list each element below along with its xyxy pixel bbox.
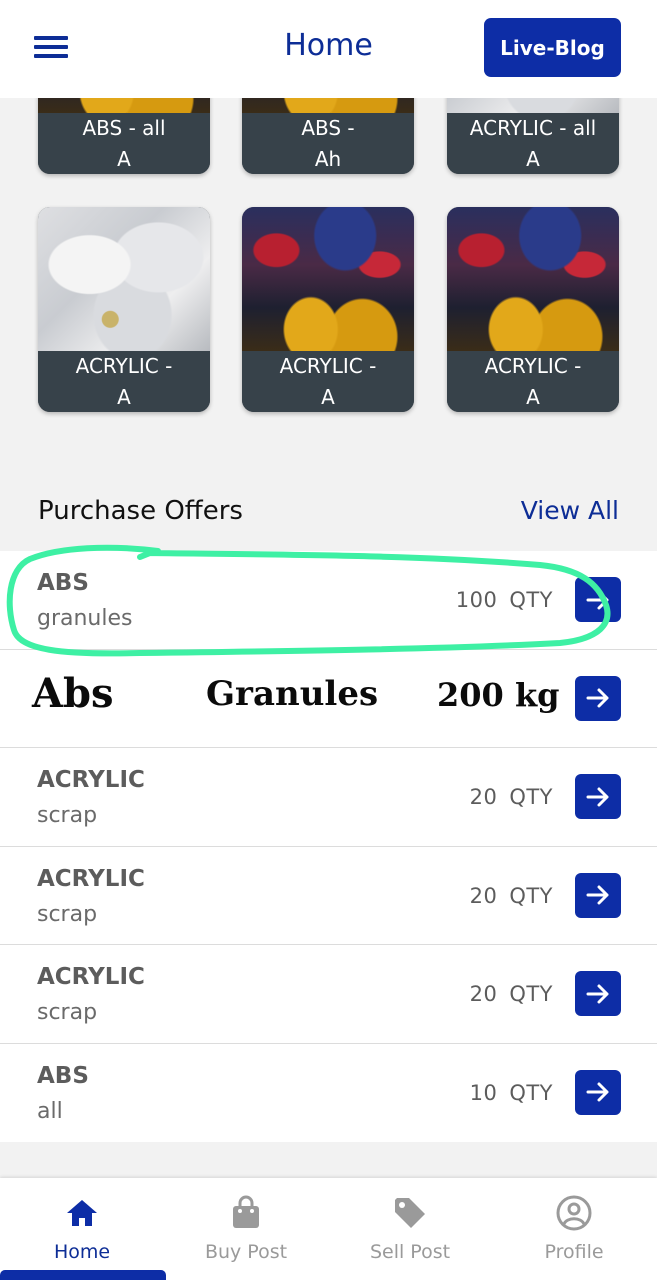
offer-row[interactable]: ACRYLIC scrap 20 QTY	[0, 748, 657, 847]
app-header: Home Live-Blog	[0, 0, 657, 98]
tile-caption-line2: A	[321, 385, 335, 409]
nav-profile[interactable]: Profile	[492, 1178, 656, 1280]
nav-label: Sell Post	[369, 1241, 451, 1263]
open-offer-button[interactable]	[575, 774, 621, 819]
tile-caption: ACRYLIC - A	[242, 351, 414, 412]
open-offer-button[interactable]	[575, 577, 621, 622]
tile-caption-line1: ABS -	[301, 116, 355, 140]
nav-label: Buy Post	[204, 1241, 288, 1263]
offer-material: ABS	[37, 570, 89, 596]
qty-value: 20	[469, 785, 498, 809]
qty-unit: QTY	[509, 1080, 553, 1105]
offer-type: all	[37, 1098, 63, 1124]
offer-material: ACRYLIC	[37, 767, 145, 793]
tile-image	[38, 207, 210, 351]
arrow-right-icon	[586, 688, 609, 708]
home-icon	[67, 1200, 97, 1226]
open-offer-button[interactable]	[575, 872, 621, 918]
qty-value: 20	[469, 883, 498, 908]
user-circle-icon	[556, 1195, 592, 1231]
app-screen: ABS - all A ABS - Ah ACRYLIC - all A ACR…	[0, 0, 657, 1280]
tile-caption-line1: ACRYLIC -	[75, 354, 173, 378]
tile-caption: ABS - all A	[38, 113, 210, 174]
offer-type: scrap	[37, 1000, 98, 1025]
offer-quantity: 100 QTY	[456, 588, 553, 612]
handwritten-offer-type: Granules	[206, 673, 379, 714]
open-offer-button[interactable]	[575, 675, 621, 721]
tile-caption-line2: Ah	[314, 147, 342, 171]
offer-quantity: 20 QTY	[470, 785, 553, 809]
tile-caption-line1: ACRYLIC - all	[469, 116, 597, 140]
tile-caption: ACRYLIC - A	[38, 351, 210, 412]
bottom-navigation: Home Buy Post Sell Post Profile	[0, 1178, 657, 1280]
arrow-right-icon	[586, 787, 609, 806]
category-tile[interactable]: ACRYLIC - A	[447, 207, 619, 412]
tag-icon	[395, 1198, 425, 1228]
tile-image	[447, 207, 619, 351]
offer-material: ACRYLIC	[37, 964, 145, 990]
shopping-bag-icon	[233, 1195, 259, 1228]
offer-type: scrap	[37, 901, 98, 927]
arrow-right-icon	[586, 885, 609, 905]
offer-type: scrap	[37, 803, 98, 828]
tile-caption-line2: A	[526, 147, 540, 171]
handwritten-offer-quantity: 200 kg	[437, 675, 560, 714]
offer-quantity: 20 QTY	[470, 884, 553, 908]
tile-caption-line2: A	[526, 385, 540, 409]
offer-row[interactable]: ACRYLIC scrap 20 QTY	[0, 846, 657, 945]
tile-caption-line1: ACRYLIC -	[279, 354, 377, 378]
tile-caption-line1: ACRYLIC -	[484, 354, 582, 378]
tile-image	[242, 207, 414, 351]
nav-label: Home	[53, 1241, 111, 1263]
offer-row[interactable]: ABS all 10 QTY	[0, 1043, 657, 1142]
qty-value: 100	[455, 588, 498, 612]
offer-quantity: 10 QTY	[470, 1081, 553, 1105]
handwritten-offer-material: Abs	[32, 669, 114, 717]
tile-caption-line2: A	[117, 147, 131, 171]
offer-row[interactable]: ACRYLIC scrap 20 QTY	[0, 945, 657, 1044]
arrow-right-icon	[586, 590, 609, 609]
offer-quantity: 20 QTY	[470, 982, 553, 1006]
qty-value: 20	[469, 982, 498, 1006]
purchase-offers-title: Purchase Offers	[38, 496, 243, 526]
nav-buy-post[interactable]: Buy Post	[164, 1178, 328, 1280]
arrow-right-icon	[586, 984, 609, 1003]
view-all-link[interactable]: View All	[521, 496, 619, 525]
offer-type: granules	[37, 606, 133, 631]
open-offer-button[interactable]	[575, 1069, 621, 1115]
purchase-offers-list: ABS granules 100 QTY Abs Granules 200 kg …	[0, 551, 657, 1142]
tile-caption: ABS - Ah	[242, 113, 414, 174]
active-tab-indicator	[0, 1270, 166, 1280]
qty-unit: QTY	[509, 982, 553, 1006]
category-tile[interactable]: ACRYLIC - A	[38, 207, 210, 412]
nav-sell-post[interactable]: Sell Post	[328, 1178, 492, 1280]
qty-unit: QTY	[509, 785, 553, 809]
offer-material: ACRYLIC	[37, 865, 145, 892]
qty-unit: QTY	[509, 588, 553, 612]
nav-home[interactable]: Home	[0, 1178, 164, 1280]
category-tile[interactable]: ACRYLIC - A	[242, 207, 414, 412]
tile-caption-line2: A	[117, 385, 131, 409]
tile-caption: ACRYLIC - A	[447, 351, 619, 412]
offer-row[interactable]: ABS granules 100 QTY	[0, 551, 657, 650]
nav-label: Profile	[544, 1241, 604, 1263]
live-blog-button[interactable]: Live-Blog	[484, 18, 621, 77]
tile-caption: ACRYLIC - all A	[447, 113, 619, 174]
arrow-right-icon	[586, 1082, 609, 1102]
qty-unit: QTY	[509, 883, 553, 908]
offer-material: ABS	[37, 1062, 89, 1089]
qty-value: 10	[469, 1080, 498, 1105]
offer-row[interactable]: Abs Granules 200 kg	[0, 649, 657, 748]
open-offer-button[interactable]	[575, 971, 621, 1016]
tile-caption-line1: ABS - all	[82, 116, 166, 140]
